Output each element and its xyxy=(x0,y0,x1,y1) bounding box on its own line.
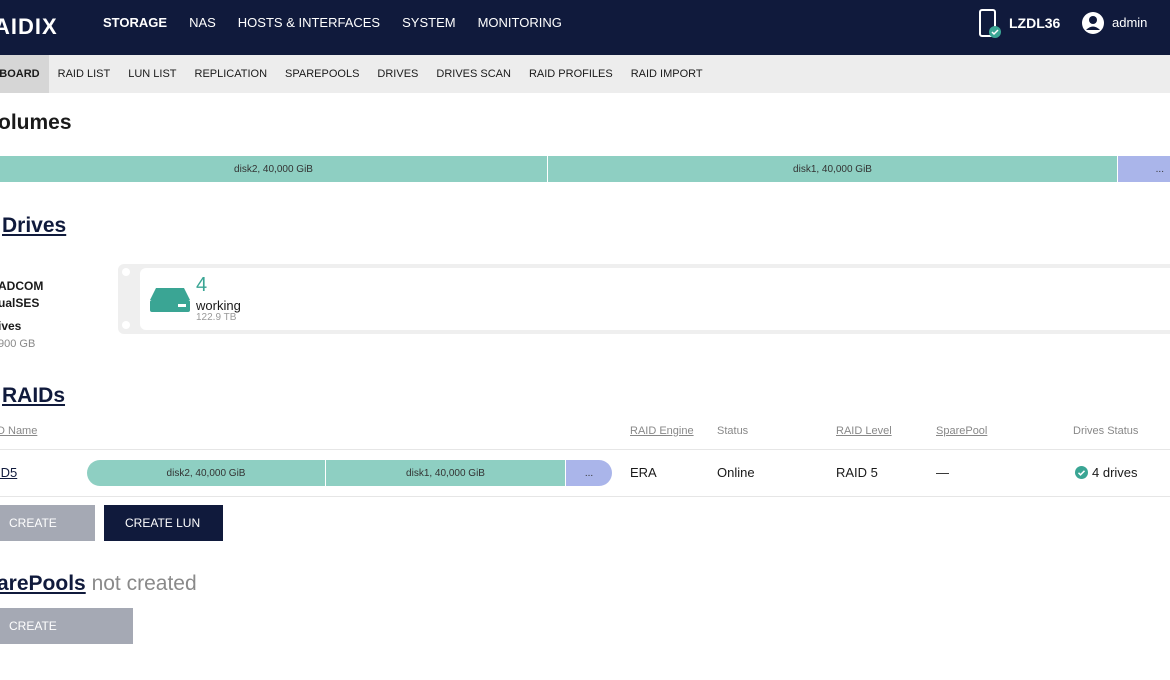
col-raid-level[interactable]: RAID Level xyxy=(836,425,892,437)
volumes-bar: disk2, 40,000 GiB disk1, 40,000 GiB ... xyxy=(0,156,1170,182)
drives-count: 4 xyxy=(196,274,208,296)
controller-name-line1: ADCOM xyxy=(0,279,44,293)
tab-raid-import[interactable]: RAID IMPORT xyxy=(622,55,712,93)
col-raid-engine[interactable]: RAID Engine xyxy=(630,425,694,437)
raid-status-value: Online xyxy=(717,465,755,480)
check-circle-icon xyxy=(1075,466,1088,479)
drives-card-content: 4 working 122.9 TB xyxy=(140,268,1170,330)
drives-card[interactable]: 4 working 122.9 TB xyxy=(118,264,1170,334)
raid-level-value: RAID 5 xyxy=(836,465,878,480)
tab-drives-scan[interactable]: DRIVES SCAN xyxy=(427,55,520,93)
table-header-divider xyxy=(0,449,1170,450)
username[interactable]: admin xyxy=(1112,0,1147,46)
col-drives-status: Drives Status xyxy=(1073,425,1139,437)
controller-name-line2: ualSES xyxy=(0,296,40,310)
top-navigation-bar: AIDIX STORAGE NAS HOSTS & INTERFACES SYS… xyxy=(0,0,1170,55)
nav-monitoring[interactable]: MONITORING xyxy=(467,0,573,55)
table-row-divider xyxy=(0,496,1170,497)
card-dot-top xyxy=(122,268,130,276)
drives-heading[interactable]: Drives xyxy=(2,214,66,238)
nav-system[interactable]: SYSTEM xyxy=(391,0,466,55)
hard-drive-icon xyxy=(150,288,190,312)
nav-storage[interactable]: STORAGE xyxy=(92,0,178,55)
volume-segment-disk1[interactable]: disk1, 40,000 GiB xyxy=(548,156,1118,182)
controller-info: ADCOM ualSES ives 900 GB xyxy=(0,278,43,353)
tab-sparepools[interactable]: SPAREPOOLS xyxy=(276,55,368,93)
sub-navigation-bar: SHBOARD RAID LIST LUN LIST REPLICATION S… xyxy=(0,55,1170,93)
raid-segment-disk1[interactable]: disk1, 40,000 GiB xyxy=(326,460,566,486)
card-dot-bottom xyxy=(122,321,130,329)
raid-capacity-bar: disk2, 40,000 GiB disk1, 40,000 GiB ... xyxy=(87,460,612,486)
tab-lun-list[interactable]: LUN LIST xyxy=(119,55,185,93)
volumes-heading: olumes xyxy=(0,111,72,134)
raid-sparepool-value: — xyxy=(936,465,949,480)
tab-raid-profiles[interactable]: RAID PROFILES xyxy=(520,55,622,93)
brand-logo[interactable]: AIDIX xyxy=(0,14,58,40)
drives-status-value: 4 drives xyxy=(1092,465,1138,480)
create-lun-button[interactable]: CREATE LUN xyxy=(104,505,223,541)
raids-heading[interactable]: RAIDs xyxy=(2,384,65,408)
hostname[interactable]: LZDL36 xyxy=(1009,0,1060,46)
tab-raid-list[interactable]: RAID LIST xyxy=(49,55,120,93)
sparepools-heading: arePools not created xyxy=(0,572,197,596)
main-nav: STORAGE NAS HOSTS & INTERFACES SYSTEM MO… xyxy=(92,0,573,55)
create-raid-button[interactable]: CREATE RAID xyxy=(0,505,95,566)
col-raid-name[interactable]: D Name xyxy=(0,425,37,437)
drives-status-cell: 4 drives xyxy=(1075,465,1138,480)
volume-segment-more[interactable]: ... xyxy=(1118,156,1170,182)
col-status: Status xyxy=(717,425,749,437)
raid-name-link[interactable]: ID5 xyxy=(0,465,17,480)
nav-nas[interactable]: NAS xyxy=(178,0,227,55)
nav-hosts-interfaces[interactable]: HOSTS & INTERFACES xyxy=(227,0,391,55)
tab-drives[interactable]: DRIVES xyxy=(368,55,427,93)
sparepools-link[interactable]: arePools xyxy=(0,572,86,595)
tab-replication[interactable]: REPLICATION xyxy=(186,55,277,93)
drives-state: working xyxy=(196,298,241,313)
drives-summary-label: ives xyxy=(0,319,22,333)
user-account-icon[interactable] xyxy=(1081,11,1105,35)
raid-segment-disk2[interactable]: disk2, 40,000 GiB xyxy=(87,460,326,486)
drives-summary-size: 900 GB xyxy=(0,338,36,350)
sparepools-status: not created xyxy=(91,572,197,595)
tab-dashboard[interactable]: SHBOARD xyxy=(0,55,49,93)
drives-capacity: 122.9 TB xyxy=(196,312,237,323)
raid-engine-value: ERA xyxy=(630,465,657,480)
raid-segment-more[interactable]: ... xyxy=(566,460,612,486)
col-sparepool[interactable]: SparePool xyxy=(936,425,987,437)
volume-segment-disk2[interactable]: disk2, 40,000 GiB xyxy=(0,156,548,182)
create-sparepool-button[interactable]: CREATE SPAREPOOL xyxy=(0,608,133,669)
